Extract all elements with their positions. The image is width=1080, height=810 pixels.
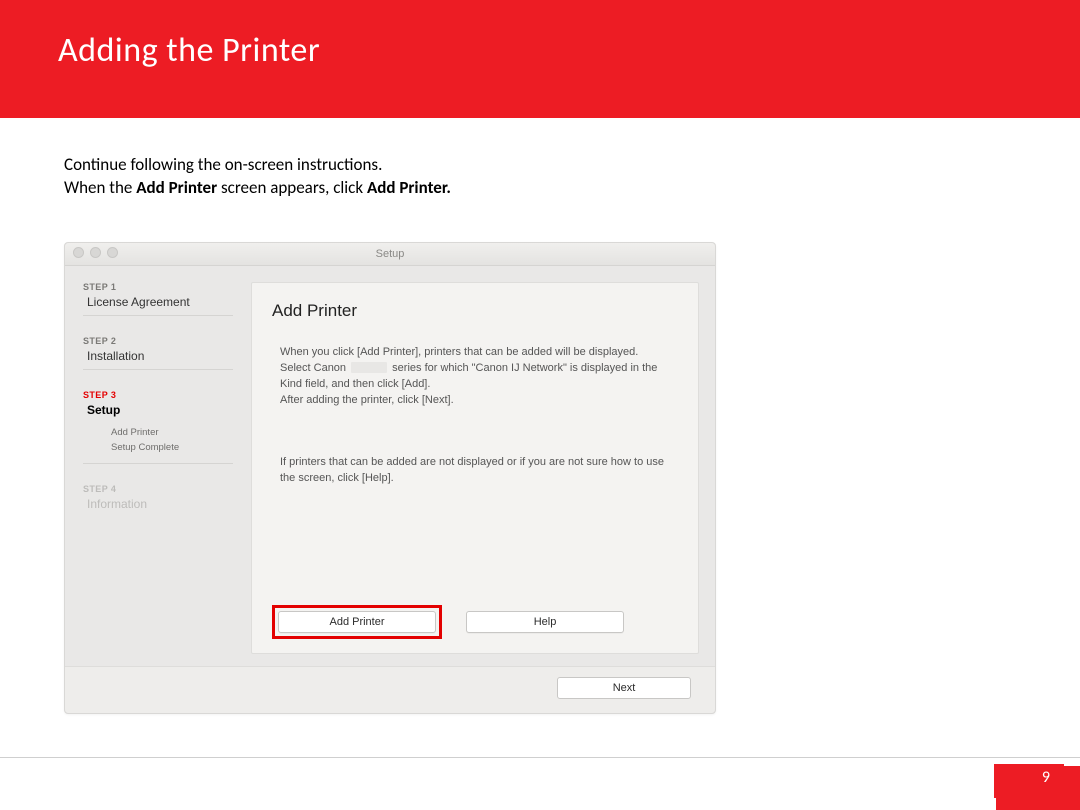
step-2-group: STEP 2 Installation [83,336,233,370]
window-body: STEP 1 License Agreement STEP 2 Installa… [65,266,715,666]
content-heading: Add Printer [272,301,678,321]
header-band: Adding the Printer [0,0,1080,118]
intro-bold-1: Add Printer [136,177,217,198]
minimize-icon[interactable] [90,247,101,258]
step-3-label: STEP 3 [83,390,233,400]
add-printer-button[interactable]: Add Printer [278,611,436,633]
intro-line-1: Continue following the on-screen instruc… [64,154,1080,175]
setup-window: Setup STEP 1 License Agreement STEP 2 In… [64,242,716,714]
intro-line-2: When the Add Printer screen appears, cli… [64,177,1080,198]
page-number: 9 [994,764,1064,798]
intro-bold-2: Add Printer. [367,177,451,198]
redacted-model [351,362,387,373]
traffic-lights [73,247,118,258]
window-titlebar: Setup [65,243,715,266]
paragraph-2: If printers that can be added are not di… [280,455,670,487]
separator [83,315,233,316]
page-title: Adding the Printer [0,0,1080,71]
separator [83,463,233,464]
step-3-group: STEP 3 Setup Add Printer Setup Complete [83,390,233,464]
setup-sidebar: STEP 1 License Agreement STEP 2 Installa… [83,282,233,654]
body-area: Continue following the on-screen instruc… [0,118,1080,714]
substep-setup-complete: Setup Complete [111,440,233,455]
step-4-label: STEP 4 [83,484,233,494]
window-footer: Next [65,666,715,713]
intro-pre: When the [64,177,136,198]
intro-mid: screen appears, click [217,177,367,198]
step-2-label: STEP 2 [83,336,233,346]
step-1-group: STEP 1 License Agreement [83,282,233,316]
substep-add-printer: Add Printer [111,425,233,440]
step-1-title: License Agreement [87,295,233,311]
step-4-title: Information [87,497,233,513]
page-rule [0,757,1080,758]
step-1-label: STEP 1 [83,282,233,292]
step-4-group: STEP 4 Information [83,484,233,513]
separator [83,369,233,370]
p1c: After adding the printer, click [Next]. [280,394,454,406]
highlight-frame: Add Printer [272,605,442,639]
step-3-title: Setup [87,403,233,419]
close-icon[interactable] [73,247,84,258]
content-pane: Add Printer When you click [Add Printer]… [251,282,699,654]
window-title: Setup [65,243,715,265]
zoom-icon[interactable] [107,247,118,258]
step-3-substeps: Add Printer Setup Complete [111,425,233,455]
paragraph-1: When you click [Add Printer], printers t… [280,345,670,409]
step-2-title: Installation [87,349,233,365]
help-button[interactable]: Help [466,611,624,633]
button-row: Add Printer Help [272,567,678,639]
next-button[interactable]: Next [557,677,691,699]
